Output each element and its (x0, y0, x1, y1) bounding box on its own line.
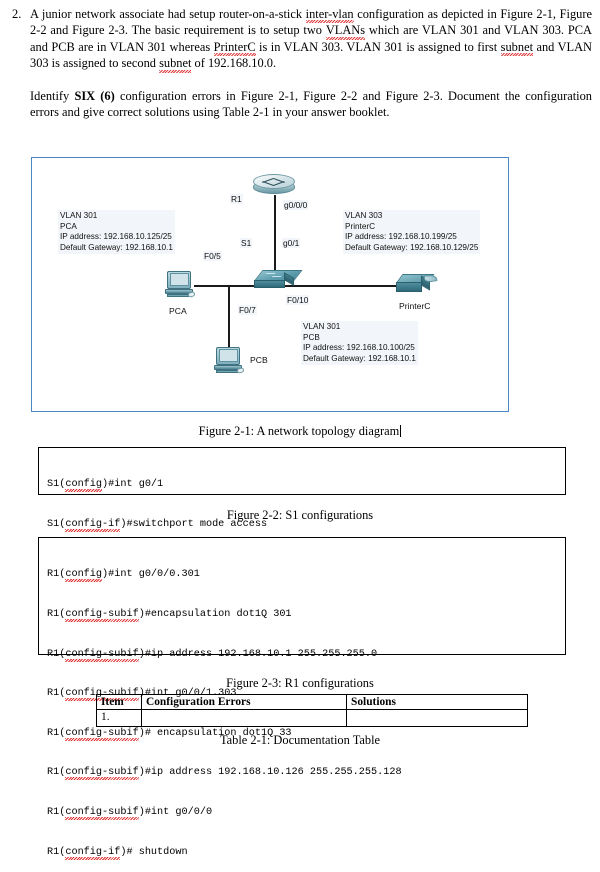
note-printerc-host: PrinterC (345, 221, 376, 231)
note-pcb-gateway: Default Gateway: 192.168.10.1 (303, 353, 416, 363)
link-r1-to-s1 (274, 195, 276, 273)
question-number: 2. (12, 7, 22, 21)
question-text-run: of 192.168.10.0. (191, 56, 277, 71)
note-pcb-host: PCB (303, 332, 320, 342)
figure-2-1-caption: Figure 2-1: A network topology diagram (0, 424, 600, 439)
spellcheck-underline (65, 619, 139, 623)
question-text-run: A junior network associate had setup rou… (30, 7, 306, 21)
router-r1-label: R1 (230, 194, 243, 204)
spellcheck-word: inter-vlan (305, 7, 354, 24)
figure-2-3-caption: Figure 2-3: R1 configurations (226, 676, 374, 690)
printer-printerc-label: PrinterC (399, 301, 431, 311)
printer-printerc-icon (396, 274, 438, 296)
figure-2-2-code-block: S1(config)#int g0/1 S1(config-if)#switch… (38, 447, 566, 572)
spellcheck-underline (65, 489, 103, 493)
question-block: 2. A junior network associate had setup … (8, 6, 592, 120)
spellcheck-underline (65, 579, 103, 583)
pc-pcb-icon (214, 347, 245, 375)
code-line: R1(config-subif)#encapsulation dot1Q 301 (47, 609, 292, 623)
spellcheck-underline (65, 777, 139, 781)
note-pca: VLAN 301 PCA IP address: 192.168.10.125/… (58, 210, 175, 255)
table-header-row: Item Configuration Errors Solutions (96, 694, 528, 710)
text-cursor (400, 425, 402, 437)
figure-2-2-caption: Figure 2-2: S1 configurations (226, 508, 374, 522)
note-printerc: VLAN 303 PrinterC IP address: 192.168.10… (343, 210, 481, 255)
note-printerc-ip: IP address: 192.168.10.199/25 (345, 232, 457, 242)
spellcheck-word: subnet (159, 56, 192, 74)
question-paragraph-1: A junior network associate had setup rou… (30, 6, 592, 74)
note-pcb-vlan: VLAN 301 (303, 322, 341, 331)
spellcheck-underline (65, 658, 139, 662)
note-printerc-vlan: VLAN 303 (345, 211, 383, 220)
code-line: R1(config-if)# shutdown (47, 846, 188, 860)
code-line: R1(config)#int g0/0/0.301 (47, 569, 200, 583)
cell-item-number: 1. (96, 709, 142, 727)
code-line: R1(config-subif)#ip address 192.168.10.1… (47, 767, 402, 781)
interface-g0-0-0-label: g0/0/0 (283, 200, 309, 210)
interface-f0-5-label: F0/5 (203, 251, 222, 261)
spellcheck-underline (65, 529, 121, 533)
identify-prefix: Identify (30, 88, 75, 103)
switch-s1-icon (254, 270, 303, 290)
router-r1-icon (253, 174, 295, 198)
interface-g0-1-label: g0/1 (282, 238, 301, 248)
note-printerc-gateway: Default Gateway: 192.168.10.129/25 (345, 242, 479, 252)
spellcheck-word: PrinterC (213, 39, 256, 57)
question-body: A junior network associate had setup rou… (30, 6, 592, 120)
note-pca-host: PCA (60, 221, 77, 231)
note-pcb-ip: IP address: 192.168.10.100/25 (303, 343, 415, 353)
column-header-solutions: Solutions (346, 694, 528, 710)
identify-suffix: configuration errors in Figure 2-1, Figu… (30, 88, 592, 120)
figure-2-1-caption-text: Figure 2-1: A network topology diagram (198, 424, 400, 438)
cell-solution[interactable] (346, 709, 528, 727)
note-pcb: VLAN 301 PCB IP address: 192.168.10.100/… (301, 321, 418, 366)
code-line: R1(config-subif)#int g0/0/0 (47, 807, 213, 821)
spellcheck-underline (65, 856, 121, 860)
note-pca-ip: IP address: 192.168.10.125/25 (60, 232, 172, 242)
code-line: R1(config-subif)#ip address 192.168.10.1… (47, 648, 378, 662)
switch-s1-label: S1 (240, 238, 253, 248)
column-header-errors: Configuration Errors (141, 694, 347, 710)
pc-pca-label: PCA (169, 306, 187, 316)
interface-f0-7-label: F0/7 (238, 305, 257, 315)
note-pca-vlan: VLAN 301 (60, 211, 98, 220)
pc-pca-icon (165, 271, 196, 299)
interface-f0-10-label: F0/10 (286, 295, 310, 305)
spellcheck-underline (65, 817, 139, 821)
network-topology-diagram: R1 g0/0/0 S1 g0/1 F0/5 F0/7 F0/10 PCA PC… (31, 157, 509, 412)
documentation-table: Item Configuration Errors Solutions 1. (96, 694, 528, 727)
question-text-run: is in VLAN 303. VLAN 301 is assigned to … (255, 39, 501, 54)
table-row: 1. (96, 709, 528, 727)
pc-pcb-label: PCB (250, 355, 268, 365)
table-2-1-caption: Table 2-1: Documentation Table (219, 733, 381, 747)
code-line: S1(config)#int g0/1 (47, 479, 164, 493)
cell-configuration-error[interactable] (141, 709, 347, 727)
question-paragraph-2: Identify SIX (6) configuration errors in… (30, 88, 592, 121)
figure-2-3-code-block: R1(config)#int g0/0/0.301 R1(config-subi… (38, 537, 566, 860)
column-header-item: Item (96, 694, 142, 710)
spellcheck-word: VLANs (325, 23, 366, 41)
note-pca-gateway: Default Gateway: 192.168.10.1 (60, 242, 173, 252)
six-emphasis: SIX (6) (74, 88, 115, 103)
spellcheck-word: subnet (500, 39, 534, 57)
link-s1-to-pcb (228, 285, 230, 353)
